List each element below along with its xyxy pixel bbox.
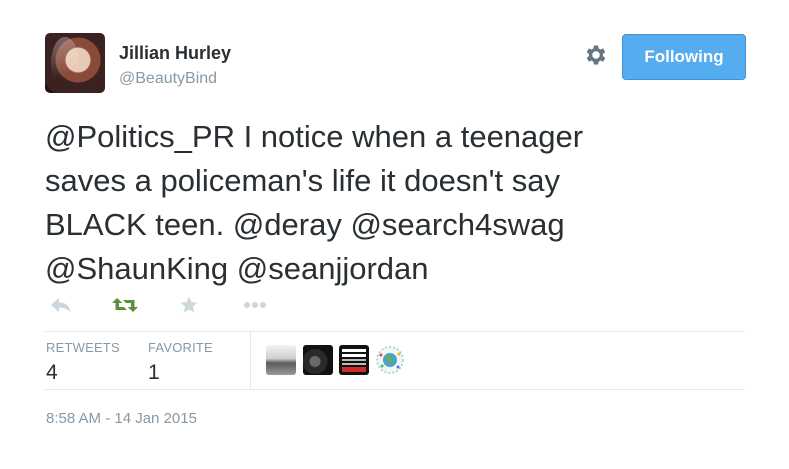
favorites-label: FAVORITE [148, 340, 213, 355]
tweet-text: @Politics_PR I notice when a teenager sa… [45, 115, 745, 291]
favorites-count: 1 [148, 361, 160, 384]
engager-avatar[interactable] [339, 345, 369, 375]
retweet-icon[interactable] [109, 292, 141, 318]
engager-avatar[interactable] [375, 345, 405, 375]
retweets-label: RETWEETS [46, 340, 120, 355]
author-handle[interactable]: @BeautyBind [119, 70, 217, 88]
author-avatar[interactable] [45, 33, 105, 93]
tweet-line: @ShaunKing @seanjjordan [45, 251, 429, 286]
reply-icon[interactable] [45, 292, 77, 318]
divider [45, 389, 745, 390]
favorites-stat[interactable]: FAVORITE 1 [148, 340, 213, 385]
divider [45, 331, 745, 332]
following-button[interactable]: Following [622, 34, 746, 80]
favorite-icon[interactable] [173, 292, 205, 318]
engager-avatar[interactable] [266, 345, 296, 375]
tweet-line: saves a policeman's life it doesn't say [45, 163, 560, 198]
retweets-count: 4 [46, 361, 58, 384]
tweet-line: BLACK teen. @deray @search4swag [45, 207, 565, 242]
tweet-line: @Politics_PR I notice when a teenager [45, 119, 584, 154]
author-name[interactable]: Jillian Hurley [119, 43, 231, 64]
tweet-timestamp[interactable]: 8:58 AM - 14 Jan 2015 [46, 410, 197, 427]
gear-icon[interactable] [583, 42, 609, 68]
retweets-stat[interactable]: RETWEETS 4 [46, 340, 120, 385]
engager-avatar[interactable] [303, 345, 333, 375]
more-icon[interactable] [239, 292, 271, 318]
stats-separator [250, 332, 251, 389]
